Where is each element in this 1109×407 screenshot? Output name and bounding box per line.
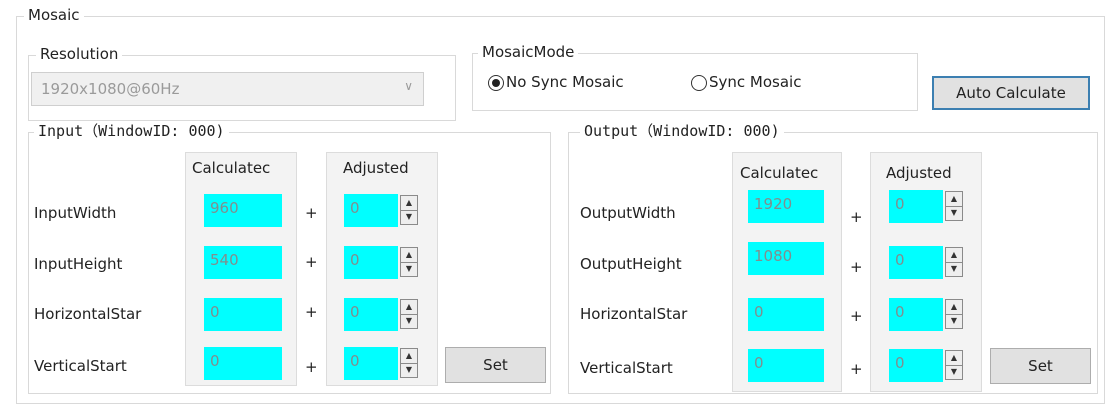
spin-up-icon[interactable]: ▲ bbox=[946, 351, 962, 366]
output-adjusted-field[interactable]: 0 bbox=[889, 246, 943, 279]
plus-sign: + bbox=[850, 208, 863, 226]
output-row-label: OutputWidth bbox=[580, 204, 676, 222]
input-calculated-field[interactable]: 0 bbox=[204, 347, 282, 380]
plus-sign: + bbox=[850, 360, 863, 378]
output-adjusted-field[interactable]: 0 bbox=[889, 349, 943, 382]
auto-calculate-button[interactable]: Auto Calculate bbox=[932, 76, 1090, 110]
input-adjusted-spinner[interactable]: ▲ ▼ bbox=[400, 348, 418, 378]
input-adjusted-spinner[interactable]: ▲ ▼ bbox=[400, 195, 418, 225]
plus-sign: + bbox=[305, 358, 318, 376]
resolution-value: 1920x1080@60Hz bbox=[41, 80, 180, 98]
input-title: Input（WindowID: 000) bbox=[34, 122, 229, 140]
input-row-label: VerticalStart bbox=[34, 357, 127, 375]
resolution-label: Resolution bbox=[36, 45, 123, 63]
output-row-label: HorizontalStar bbox=[580, 305, 688, 323]
output-calculated-header: Calculatec bbox=[740, 163, 836, 183]
radio-no-sync-label: No Sync Mosaic bbox=[506, 73, 624, 91]
spin-down-icon[interactable]: ▼ bbox=[401, 262, 417, 276]
output-set-button[interactable]: Set bbox=[990, 348, 1091, 384]
plus-sign: + bbox=[850, 258, 863, 276]
output-adjusted-spinner[interactable]: ▲ ▼ bbox=[945, 247, 963, 277]
output-adjusted-field[interactable]: 0 bbox=[889, 190, 943, 223]
radio-sync-label: Sync Mosaic bbox=[709, 73, 802, 91]
output-row-label: OutputHeight bbox=[580, 255, 682, 273]
input-adjusted-field[interactable]: 0 bbox=[344, 298, 398, 331]
output-title: Output（WindowID: 000) bbox=[580, 122, 784, 140]
input-adjusted-spinner[interactable]: ▲ ▼ bbox=[400, 299, 418, 329]
plus-sign: + bbox=[305, 303, 318, 321]
spin-up-icon[interactable]: ▲ bbox=[401, 300, 417, 315]
spin-down-icon[interactable]: ▼ bbox=[946, 206, 962, 220]
spin-down-icon[interactable]: ▼ bbox=[401, 314, 417, 328]
input-adjusted-field[interactable]: 0 bbox=[344, 347, 398, 380]
output-adjusted-spinner[interactable]: ▲ ▼ bbox=[945, 350, 963, 380]
output-adjusted-spinner[interactable]: ▲ ▼ bbox=[945, 299, 963, 329]
input-row-label: InputHeight bbox=[34, 255, 123, 273]
spin-up-icon[interactable]: ▲ bbox=[946, 192, 962, 207]
output-adjusted-header: Adjusted bbox=[886, 163, 976, 183]
output-calculated-field[interactable]: 1080 bbox=[748, 242, 824, 275]
spin-down-icon[interactable]: ▼ bbox=[946, 262, 962, 276]
output-adjusted-field[interactable]: 0 bbox=[889, 298, 943, 331]
plus-sign: + bbox=[850, 307, 863, 325]
spin-down-icon[interactable]: ▼ bbox=[401, 210, 417, 224]
output-adjusted-spinner[interactable]: ▲ ▼ bbox=[945, 191, 963, 221]
spin-up-icon[interactable]: ▲ bbox=[401, 196, 417, 211]
radio-sync-mosaic[interactable]: Sync Mosaic bbox=[691, 72, 871, 94]
output-calculated-field[interactable]: 1920 bbox=[748, 190, 824, 223]
output-calculated-field[interactable]: 0 bbox=[748, 349, 824, 382]
input-row-label: InputWidth bbox=[34, 204, 117, 222]
chevron-down-icon: ∨ bbox=[404, 79, 413, 93]
spin-down-icon[interactable]: ▼ bbox=[946, 314, 962, 328]
spin-up-icon[interactable]: ▲ bbox=[946, 248, 962, 263]
radio-no-sync-indicator bbox=[488, 75, 504, 91]
plus-sign: + bbox=[305, 253, 318, 271]
radio-sync-indicator bbox=[691, 75, 707, 91]
spin-down-icon[interactable]: ▼ bbox=[401, 363, 417, 377]
input-calculated-field[interactable]: 960 bbox=[204, 194, 282, 227]
input-adjusted-field[interactable]: 0 bbox=[344, 194, 398, 227]
spin-down-icon[interactable]: ▼ bbox=[946, 365, 962, 379]
spin-up-icon[interactable]: ▲ bbox=[401, 248, 417, 263]
output-row-label: VerticalStart bbox=[580, 359, 673, 377]
spin-up-icon[interactable]: ▲ bbox=[401, 349, 417, 364]
output-calculated-field[interactable]: 0 bbox=[748, 298, 824, 331]
spin-up-icon[interactable]: ▲ bbox=[946, 300, 962, 315]
radio-no-sync-mosaic[interactable]: No Sync Mosaic bbox=[488, 72, 678, 94]
input-calculated-field[interactable]: 540 bbox=[204, 246, 282, 279]
mosaic-mode-label: MosaicMode bbox=[478, 43, 579, 61]
input-adjusted-header: Adjusted bbox=[343, 158, 433, 178]
input-adjusted-field[interactable]: 0 bbox=[344, 246, 398, 279]
mosaic-title: Mosaic bbox=[24, 6, 84, 24]
input-adjusted-spinner[interactable]: ▲ ▼ bbox=[400, 247, 418, 277]
input-calculated-field[interactable]: 0 bbox=[204, 298, 282, 331]
input-set-button[interactable]: Set bbox=[445, 347, 546, 383]
input-calculated-header: Calculatec bbox=[192, 158, 292, 178]
plus-sign: + bbox=[305, 204, 318, 222]
resolution-select[interactable]: 1920x1080@60Hz ∨ bbox=[31, 72, 424, 106]
input-row-label: HorizontalStar bbox=[34, 305, 142, 323]
